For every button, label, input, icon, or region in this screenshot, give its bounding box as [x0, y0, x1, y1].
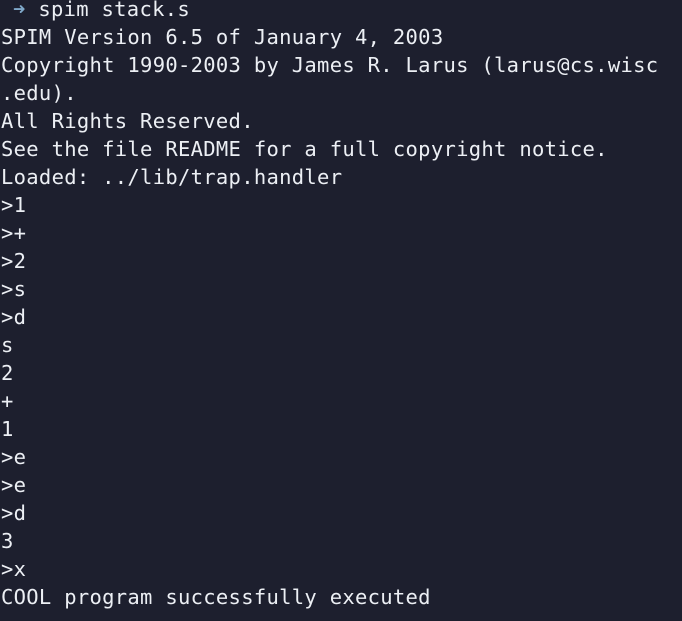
output-line: >s [1, 277, 27, 301]
output-line: >d [1, 501, 27, 525]
output-line-version: SPIM Version 6.5 of January 4, 2003 [1, 25, 444, 49]
output-line: s [1, 333, 14, 357]
output-line-readme: See the file README for a full copyright… [1, 137, 608, 161]
output-line: >x [1, 557, 27, 581]
output-line-success: COOL program successfully executed [1, 585, 431, 609]
output-line-rights: All Rights Reserved. [1, 109, 254, 133]
terminal-window[interactable]: ➜ spim stack.s SPIM Version 6.5 of Janua… [0, 0, 682, 616]
output-line-copyright-cont: .edu). [1, 81, 77, 105]
output-line: + [1, 389, 14, 413]
output-line: 3 [1, 529, 14, 553]
output-line: >1 [1, 193, 27, 217]
output-line: >2 [1, 249, 27, 273]
output-line-copyright: Copyright 1990-2003 by James R. Larus (l… [1, 53, 659, 77]
prompt-arrow-icon: ➜ [13, 0, 26, 21]
output-line: >e [1, 473, 27, 497]
prompt-line: ➜ spim stack.s [1, 0, 682, 23]
output-line: 2 [1, 361, 14, 385]
output-line: 1 [1, 417, 14, 441]
output-line: >e [1, 445, 27, 469]
output-line: >d [1, 305, 27, 329]
output-line: >+ [1, 221, 27, 245]
prompt-command: spim stack.s [38, 0, 191, 21]
output-line-loaded: Loaded: ../lib/trap.handler [1, 165, 343, 189]
